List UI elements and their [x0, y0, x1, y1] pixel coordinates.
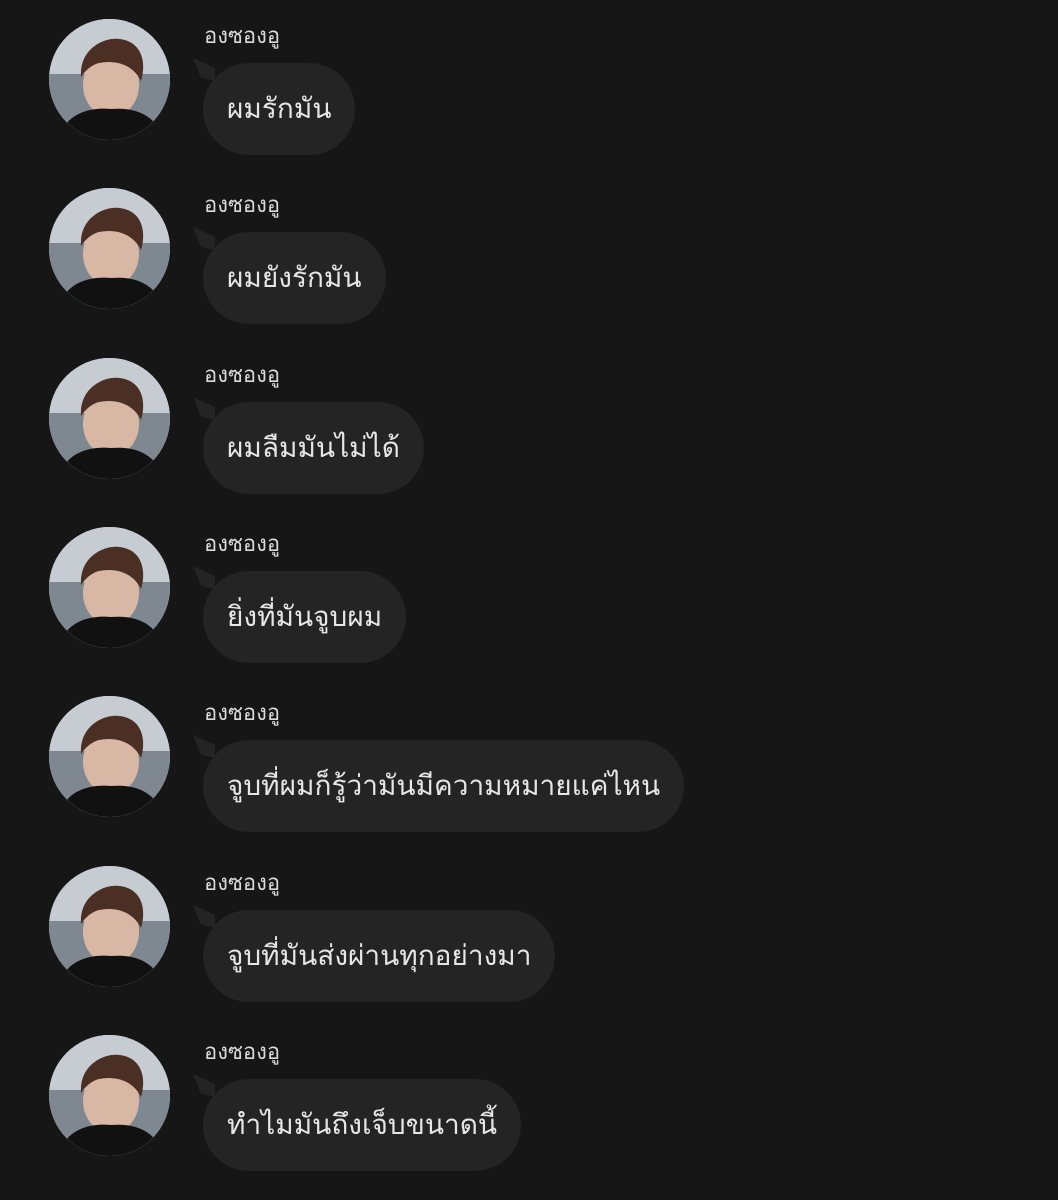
- sender-name: องซองอู: [204, 363, 281, 388]
- sender-name: องซองอู: [204, 532, 281, 557]
- avatar-photo-icon: [49, 358, 170, 479]
- sender-name: องซองอู: [204, 193, 281, 218]
- message-row: องซองอู จูบที่ผมก็รู้ว่ามันมีความหมายแค่…: [0, 677, 1058, 837]
- avatar-photo-icon: [49, 527, 170, 648]
- bubble-tail: [193, 227, 215, 249]
- message-text: จูบที่มันส่งผ่านทุกอย่างมา: [227, 939, 532, 972]
- message-row: องซองอู ผมรักมัน: [0, 0, 1058, 160]
- avatar-photo-icon: [49, 866, 170, 987]
- message-bubble[interactable]: ผมลืมมันไม่ได้: [203, 402, 424, 494]
- sender-name: องซองอู: [204, 1040, 281, 1065]
- avatar[interactable]: [49, 696, 170, 817]
- message-bubble[interactable]: จูบที่ผมก็รู้ว่ามันมีความหมายแค่ไหน: [203, 740, 685, 832]
- message-bubble[interactable]: ผมรักมัน: [203, 63, 356, 155]
- avatar-photo-icon: [49, 19, 170, 140]
- message-row: องซองอู จูบที่มันส่งผ่านทุกอย่างมา: [0, 847, 1058, 1007]
- avatar[interactable]: [49, 1035, 170, 1156]
- avatar[interactable]: [49, 188, 170, 309]
- message-bubble[interactable]: ผมยังรักมัน: [203, 232, 386, 324]
- message-text: ผมรักมัน: [227, 92, 332, 125]
- bubble-tail: [193, 905, 215, 927]
- message-text: ยิ่งที่มันจูบผม: [227, 600, 383, 633]
- bubble-tail: [193, 1074, 215, 1096]
- message-bubble[interactable]: ทำไมมันถึงเจ็บขนาดนี้: [203, 1079, 522, 1171]
- avatar[interactable]: [49, 527, 170, 648]
- message-row: องซองอู ผมลืมมันไม่ได้: [0, 339, 1058, 499]
- avatar-photo-icon: [49, 188, 170, 309]
- message-text: ผมลืมมันไม่ได้: [227, 431, 400, 464]
- avatar[interactable]: [49, 19, 170, 140]
- bubble-tail: [193, 397, 215, 419]
- message-text: ทำไมมันถึงเจ็บขนาดนี้: [227, 1108, 498, 1141]
- avatar[interactable]: [49, 358, 170, 479]
- message-row: องซองอู ทำไมมันถึงเจ็บขนาดนี้: [0, 1016, 1058, 1176]
- avatar-photo-icon: [49, 1035, 170, 1156]
- bubble-tail: [193, 58, 215, 80]
- avatar[interactable]: [49, 866, 170, 987]
- message-row: องซองอู ผมยังรักมัน: [0, 169, 1058, 329]
- sender-name: องซองอู: [204, 871, 281, 896]
- bubble-tail: [193, 566, 215, 588]
- message-bubble[interactable]: ยิ่งที่มันจูบผม: [203, 571, 407, 663]
- bubble-tail: [193, 735, 215, 757]
- message-text: จูบที่ผมก็รู้ว่ามันมีความหมายแค่ไหน: [227, 769, 661, 802]
- sender-name: องซองอู: [204, 24, 281, 49]
- avatar-photo-icon: [49, 696, 170, 817]
- message-text: ผมยังรักมัน: [227, 261, 362, 294]
- message-row: องซองอู ยิ่งที่มันจูบผม: [0, 508, 1058, 668]
- chat-thread: องซองอู ผมรักมัน องซองอู ผมยังรักมัน องซ…: [0, 0, 1058, 1200]
- sender-name: องซองอู: [204, 701, 281, 726]
- message-bubble[interactable]: จูบที่มันส่งผ่านทุกอย่างมา: [203, 910, 556, 1002]
